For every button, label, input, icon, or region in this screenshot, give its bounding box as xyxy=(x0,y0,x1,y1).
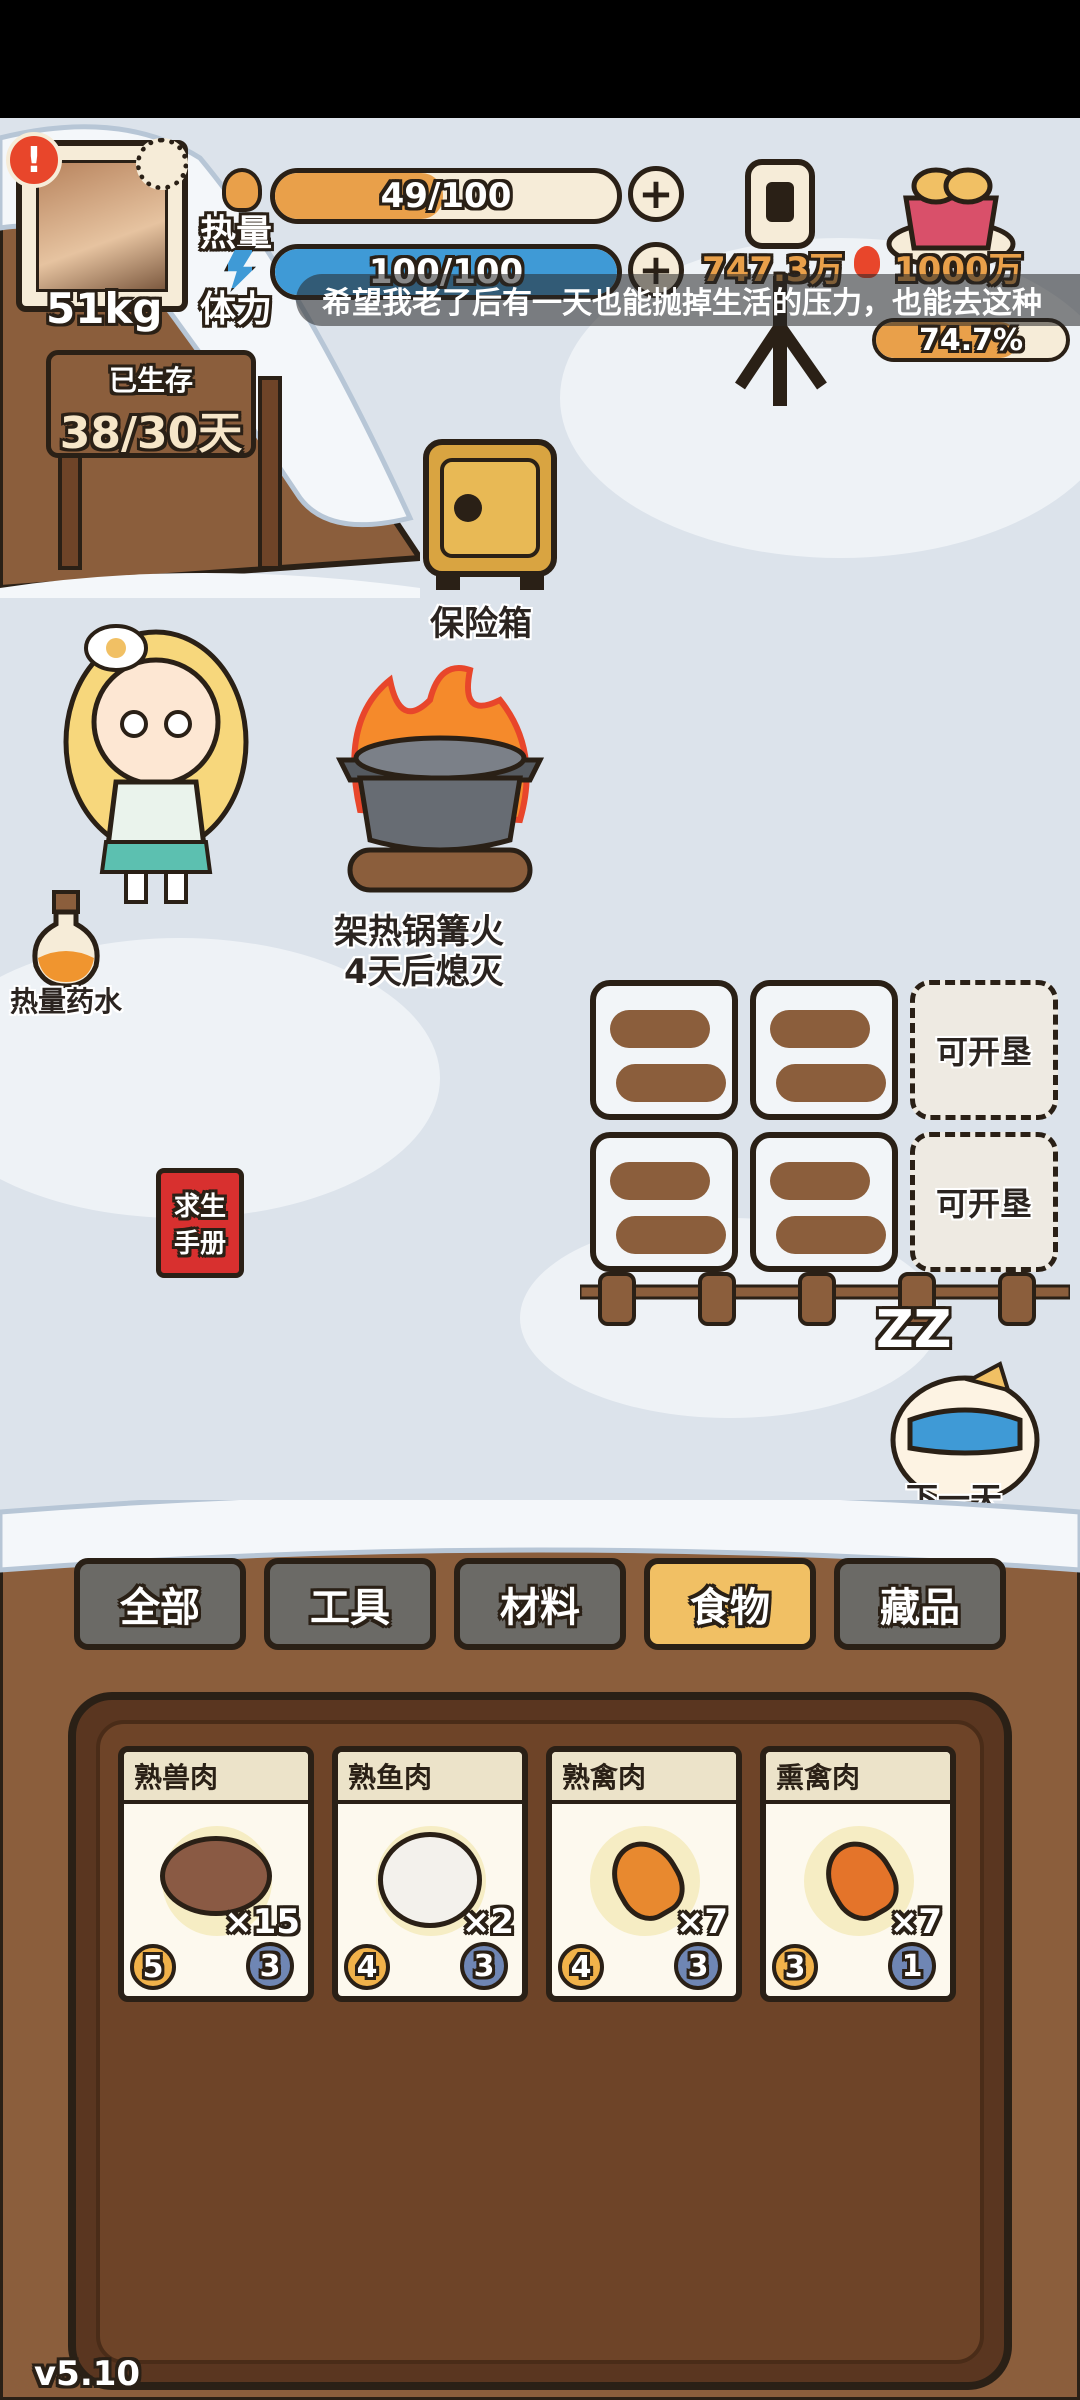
tab-food[interactable]: 食物 xyxy=(644,1558,816,1650)
campfire-pot-icon[interactable] xyxy=(330,660,550,910)
tab-tools[interactable]: 工具 xyxy=(264,1558,436,1650)
farm-fence xyxy=(578,1272,1072,1326)
version-label: v5.10 xyxy=(34,2354,141,2394)
item-count: ×2 xyxy=(461,1902,514,1942)
safe-label: 保险箱 xyxy=(430,604,532,644)
farm-plot-snowy[interactable] xyxy=(590,980,738,1120)
item-name: 熟兽肉 xyxy=(124,1752,308,1804)
weight-text: 51kg xyxy=(46,284,163,333)
survival-label: 已生存 xyxy=(108,364,193,397)
item-card[interactable]: 熟禽肉 ×7 4 3 xyxy=(546,1746,742,2002)
survival-days: 38/30天 xyxy=(59,408,243,459)
tab-collectibles[interactable]: 藏品 xyxy=(834,1558,1006,1650)
stamina-label: 体力 xyxy=(200,289,273,330)
heat-value-badge: 3 xyxy=(772,1944,818,1990)
campfire-timer: 4天后熄灭 xyxy=(344,952,504,992)
farm-plot-snowy[interactable] xyxy=(750,980,898,1120)
stamina-cost-badge: 1 xyxy=(888,1942,936,1990)
sleep-zz-icon: ZZ xyxy=(876,1300,951,1360)
item-card[interactable]: 熟兽肉 ×15 5 3 xyxy=(118,1746,314,2002)
item-card[interactable]: 熟鱼肉 ×2 4 3 xyxy=(332,1746,528,2002)
heat-potion-label: 热量药水 xyxy=(10,985,123,1018)
item-count: ×7 xyxy=(675,1902,728,1942)
tab-materials[interactable]: 材料 xyxy=(454,1558,626,1650)
item-name: 熟禽肉 xyxy=(552,1752,736,1804)
heat-value: 49/100 xyxy=(380,176,512,216)
stamina-cost-badge: 3 xyxy=(674,1942,722,1990)
manual-title-line1: 求生 xyxy=(173,1192,226,1222)
tab-all[interactable]: 全部 xyxy=(74,1558,246,1650)
safe-icon[interactable] xyxy=(420,436,560,596)
danmaku-text: 希望我老了后有一天也能抛掉生活的压力，也能去这种 xyxy=(322,286,1042,321)
heat-value-badge: 5 xyxy=(130,1944,176,1990)
stamina-cost-badge: 3 xyxy=(246,1942,294,1990)
farm-plot-snowy[interactable] xyxy=(750,1132,898,1272)
settings-gear-icon[interactable] xyxy=(136,138,188,190)
item-count: ×7 xyxy=(889,1902,942,1942)
farm-plot-snowy[interactable] xyxy=(590,1132,738,1272)
heat-potion-icon[interactable] xyxy=(26,888,106,989)
item-card[interactable]: 熏禽肉 ×7 3 1 xyxy=(760,1746,956,2002)
heat-value-badge: 4 xyxy=(558,1944,604,1990)
alert-text: ! xyxy=(25,139,43,181)
survival-manual-book[interactable]: 求生 手册 xyxy=(156,1168,244,1278)
plot-empty-label: 可开垦 xyxy=(935,1033,1032,1071)
player-character[interactable] xyxy=(46,612,266,912)
add-heat-button[interactable]: + xyxy=(628,166,684,222)
plus-icon: + xyxy=(638,169,674,218)
survival-sign: 已生存 38/30天 xyxy=(46,350,256,459)
heat-bar: 49/100 xyxy=(270,168,622,224)
live-progress-text: 74.7% xyxy=(918,322,1024,358)
plot-empty-label: 可开垦 xyxy=(935,1185,1032,1223)
manual-title-line2: 手册 xyxy=(173,1229,226,1259)
sleep-text: ZZ xyxy=(876,1300,952,1360)
farm-plot-empty[interactable]: 可开垦 xyxy=(910,980,1058,1120)
alert-icon[interactable]: ! xyxy=(6,132,62,188)
farm-plot-empty[interactable]: 可开垦 xyxy=(910,1132,1058,1272)
danmaku-comment: 希望我老了后有一天也能抛掉生活的压力，也能去这种 xyxy=(296,274,1080,326)
item-name: 熟鱼肉 xyxy=(338,1752,522,1804)
item-count: ×15 xyxy=(224,1902,300,1942)
heat-value-badge: 4 xyxy=(344,1944,390,1990)
item-name: 熏禽肉 xyxy=(766,1752,950,1804)
stamina-cost-badge: 3 xyxy=(460,1942,508,1990)
